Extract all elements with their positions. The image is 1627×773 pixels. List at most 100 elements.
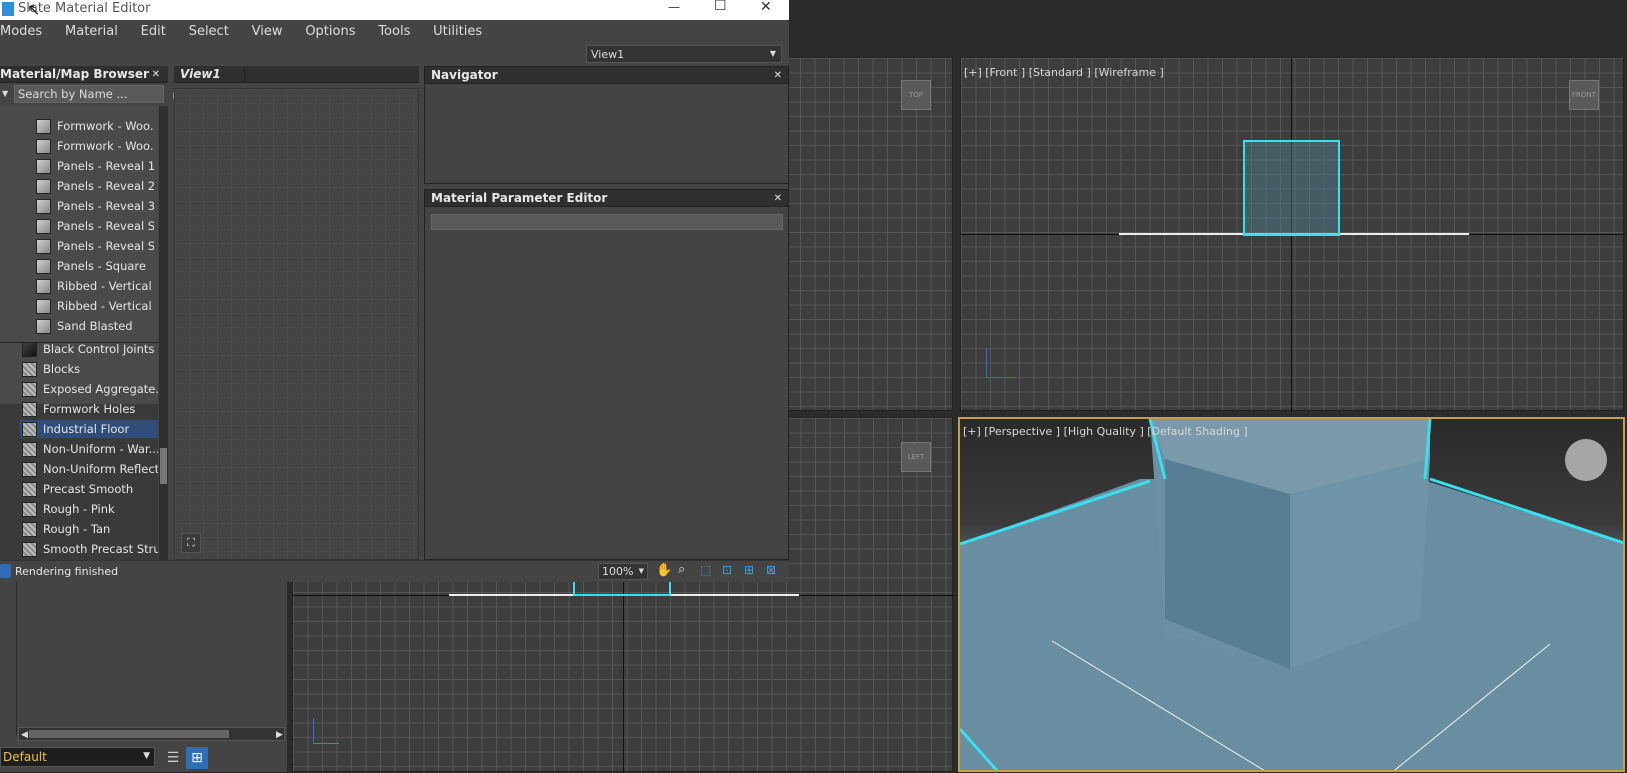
material-swatch xyxy=(22,401,37,417)
navigator-panel: Navigator ✕ xyxy=(424,66,789,184)
material-swatch xyxy=(22,521,37,537)
material-swatch xyxy=(36,178,51,194)
list-item[interactable]: Formwork - Woo... xyxy=(36,137,154,155)
material-swatch xyxy=(36,318,51,334)
layer-dropdown[interactable]: Default ▼ xyxy=(0,747,155,767)
list-item[interactable]: Smooth Precast Stru... xyxy=(20,540,158,558)
toolbar: ↖ ✎ ⚙ ⚙ 🗑 ⇆ 🔒 ▢ ▦ ⓪ ⋮ ⊣ ▤ ▩ ⚲ View1 ▼ xyxy=(0,43,789,103)
zoom-extents-icon[interactable]: ⊡ xyxy=(722,563,732,577)
menu-edit[interactable]: Edit xyxy=(141,24,166,39)
menu-modes[interactable]: Modes xyxy=(0,24,42,39)
param-name-field[interactable] xyxy=(431,214,783,230)
viewcube-top[interactable]: TOP xyxy=(901,80,931,110)
axis-gizmo xyxy=(986,348,1016,378)
view-panel: View1 ⛶ xyxy=(174,66,419,560)
close-icon[interactable]: ✕ xyxy=(774,190,782,207)
viewport-front-label[interactable]: [+] [Front ] [Standard ] [Wireframe ] xyxy=(964,66,1164,79)
viewport-top[interactable]: TOP xyxy=(770,57,953,412)
layers-icon[interactable]: ☰ xyxy=(162,747,184,769)
horizontal-scrollbar[interactable]: ◀ ▶ xyxy=(18,727,285,741)
list-item[interactable]: Panels - Reveal 1 xyxy=(36,157,154,175)
view-selector[interactable]: View1 ▼ xyxy=(586,45,782,63)
view-selector-value: View1 xyxy=(591,48,625,61)
menu-options[interactable]: Options xyxy=(305,24,355,39)
navigator-header: Navigator ✕ xyxy=(425,67,788,84)
hierarchy-icon[interactable]: ⊞ xyxy=(186,747,208,769)
list-item[interactable]: Precast Smooth xyxy=(20,480,158,498)
list-item[interactable]: Rough - Tan xyxy=(20,520,158,538)
box-wireframe[interactable] xyxy=(1243,140,1340,236)
material-swatch xyxy=(22,481,37,497)
material-swatch xyxy=(22,341,37,357)
zoom-dropdown[interactable]: 100% ▼ xyxy=(598,563,648,580)
list-item[interactable]: Panels - Reveal S... xyxy=(36,237,154,255)
menu-utilities[interactable]: Utilities xyxy=(433,24,482,39)
navigator-title: Navigator xyxy=(431,68,498,82)
material-swatch xyxy=(36,218,51,234)
menu-material[interactable]: Material xyxy=(65,24,118,39)
zoom-extents-selected-icon[interactable]: ⊞ xyxy=(744,563,754,577)
close-icon[interactable]: ✕ xyxy=(152,66,160,83)
material-swatch xyxy=(36,158,51,174)
binoculars-icon[interactable]: ⛶ xyxy=(181,533,201,553)
material-swatch xyxy=(22,541,37,557)
list-item[interactable]: Formwork - Woo... xyxy=(36,117,154,135)
material-list: Formwork - Woo... Formwork - Woo... Pane… xyxy=(0,106,158,560)
collapse-icon[interactable]: ▼ xyxy=(2,89,8,98)
list-item-selected[interactable]: Industrial Floor xyxy=(20,420,158,438)
pan-to-selected-icon[interactable]: ⊠ xyxy=(766,563,776,577)
close-button[interactable]: ✕ xyxy=(760,0,772,15)
node-canvas[interactable]: ⛶ xyxy=(174,88,419,560)
material-browser: Material/Map Browser ✕ ▼ Search by Name … xyxy=(0,66,168,560)
minimize-button[interactable]: — xyxy=(668,0,680,14)
list-item[interactable]: Non-Uniform Reflect... xyxy=(20,460,158,478)
param-editor-panel: Material Parameter Editor ✕ xyxy=(424,189,789,560)
material-swatch xyxy=(36,138,51,154)
list-item[interactable]: Rough - Pink xyxy=(20,500,158,518)
list-item[interactable]: Sand Blasted xyxy=(36,317,154,335)
pan-icon[interactable]: ✋ xyxy=(656,563,672,578)
menu-bar: Modes Material Edit Select View Options … xyxy=(0,21,789,43)
viewport-perspective-label[interactable]: [+] [Perspective ] [High Quality ] [Defa… xyxy=(963,425,1248,438)
zoom-region-icon[interactable]: ⬚ xyxy=(700,563,711,577)
list-item[interactable]: Panels - Reveal 3 xyxy=(36,197,154,215)
list-item[interactable]: Non-Uniform - War... xyxy=(20,440,158,458)
viewcube-front[interactable]: FRONT xyxy=(1569,80,1599,110)
list-item[interactable]: Panels - Reveal S... xyxy=(36,217,154,235)
slate-material-editor: Slate Material Editor — ☐ ✕ Modes Materi… xyxy=(0,0,789,582)
viewport-front[interactable]: [+] [Front ] [Standard ] [Wireframe ] FR… xyxy=(960,57,1625,412)
mouse-cursor: ↖ xyxy=(27,0,41,19)
list-item[interactable]: Ribbed - Vertical 1 xyxy=(36,277,154,295)
search-input[interactable]: Search by Name ... xyxy=(14,85,164,103)
tab-view1[interactable]: View1 xyxy=(174,66,419,83)
material-swatch xyxy=(36,118,51,134)
viewcube-left[interactable]: LEFT xyxy=(901,442,931,472)
app-icon xyxy=(2,2,14,16)
browser-header: Material/Map Browser ✕ xyxy=(0,66,168,83)
viewport-perspective[interactable]: [+] [Perspective ] [High Quality ] [Defa… xyxy=(958,417,1625,772)
browser-scrollbar[interactable] xyxy=(159,106,168,560)
close-icon[interactable]: ✕ xyxy=(774,67,782,84)
material-swatch xyxy=(22,441,37,457)
list-item[interactable]: Panels - Reveal 2 xyxy=(36,177,154,195)
list-item[interactable]: Blocks xyxy=(20,360,158,378)
menu-select[interactable]: Select xyxy=(189,24,229,39)
material-swatch xyxy=(22,421,37,437)
title-bar[interactable]: Slate Material Editor — ☐ ✕ xyxy=(0,0,789,20)
maximize-button[interactable]: ☐ xyxy=(714,0,727,14)
list-item[interactable]: Black Control Joints xyxy=(20,340,158,358)
material-swatch xyxy=(36,298,51,314)
zoom-icon[interactable]: ⌕ xyxy=(678,562,685,577)
list-item[interactable]: Exposed Aggregate... xyxy=(20,380,158,398)
material-swatch xyxy=(22,381,37,397)
chevron-down-icon: ▼ xyxy=(143,751,150,761)
menu-view[interactable]: View xyxy=(252,24,283,39)
menu-tools[interactable]: Tools xyxy=(378,24,410,39)
viewcube-perspective[interactable] xyxy=(1565,439,1607,481)
list-item[interactable]: Formwork Holes xyxy=(20,400,158,418)
browser-title: Material/Map Browser xyxy=(0,67,149,81)
zoom-value: 100% xyxy=(602,565,634,578)
list-item[interactable]: Panels - Square xyxy=(36,257,154,275)
list-item[interactable]: Ribbed - Vertical 2 xyxy=(36,297,154,315)
material-swatch xyxy=(36,198,51,214)
